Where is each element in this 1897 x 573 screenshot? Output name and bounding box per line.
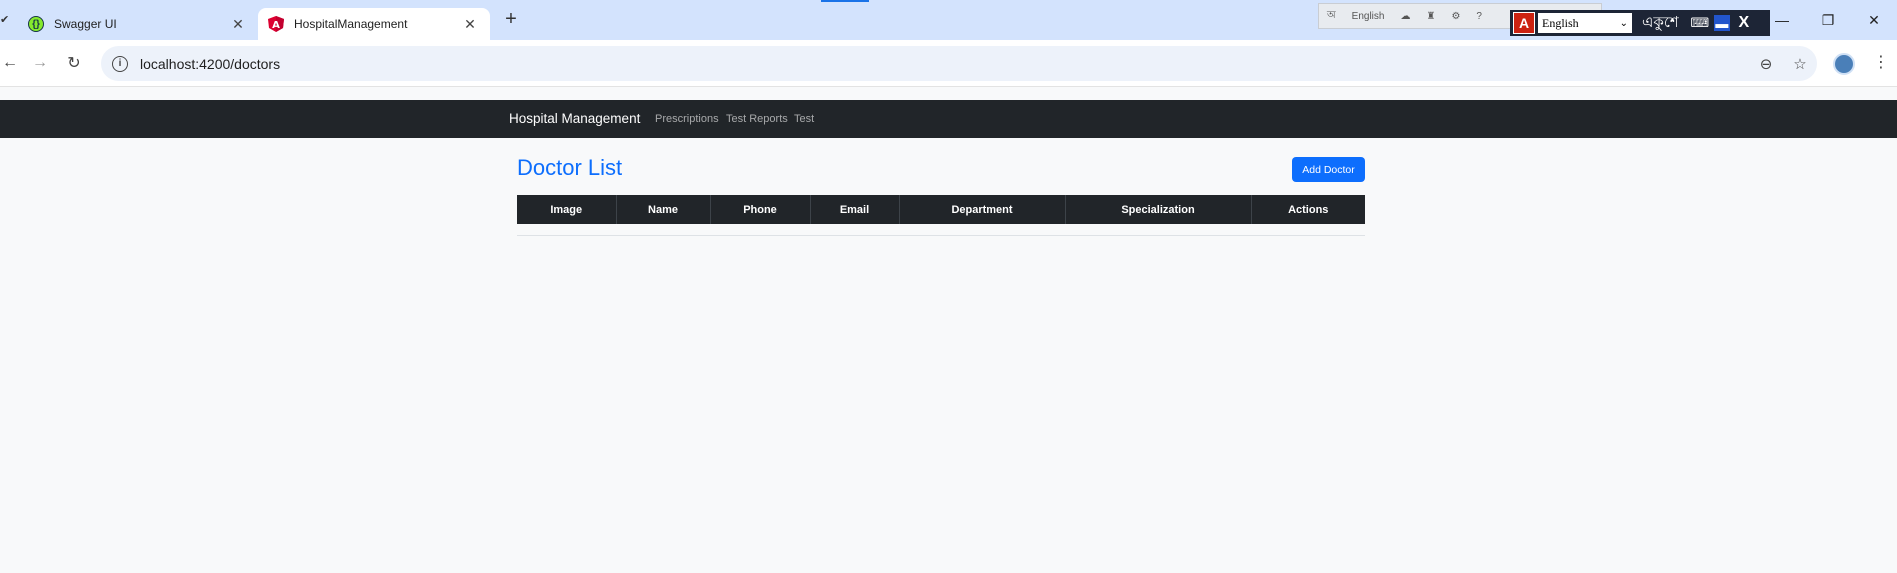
window-controls: — ❐ ✕ xyxy=(1759,0,1897,40)
nav-link-test[interactable]: Test xyxy=(794,113,814,125)
address-bar[interactable]: i localhost:4200/doctors ⊖ ☆ xyxy=(101,46,1817,81)
pin-icon[interactable]: ♜ xyxy=(1426,11,1435,22)
table-header-row: Image Name Phone Email Department Specia… xyxy=(517,195,1365,224)
nav-link-prescriptions[interactable]: Prescriptions xyxy=(655,113,719,125)
url-text[interactable]: localhost:4200/doctors xyxy=(140,56,1749,72)
nav-link-test-reports[interactable]: Test Reports xyxy=(726,113,788,125)
settings-icon[interactable]: ⚙ xyxy=(1451,11,1460,22)
doctor-table-container: Image Name Phone Email Department Specia… xyxy=(517,195,1365,236)
language-picker-bar: A English ⌄ একুশে ⌨ ▬ X xyxy=(1510,10,1770,36)
browser-tab-strip: ✔ {} Swagger UI ✕ A HospitalManagement ✕… xyxy=(0,0,1897,40)
language-select[interactable]: English ⌄ xyxy=(1538,13,1632,33)
forward-icon[interactable]: → xyxy=(30,53,50,73)
swagger-icon: {} xyxy=(28,16,44,32)
profile-avatar[interactable] xyxy=(1833,53,1855,75)
help-icon[interactable]: ? xyxy=(1476,11,1482,22)
column-header-specialization: Specialization xyxy=(1065,195,1252,224)
column-header-image: Image xyxy=(517,195,617,224)
angular-icon: A xyxy=(268,16,284,32)
app-navbar: Hospital Management Prescriptions Test R… xyxy=(0,100,1897,138)
language-select-value: English xyxy=(1542,15,1579,30)
app-logo-icon: A xyxy=(1513,12,1535,34)
bookmark-star-icon[interactable]: ☆ xyxy=(1783,55,1817,73)
new-tab-button[interactable]: + xyxy=(500,9,522,31)
bangla-a-icon[interactable]: অ xyxy=(1327,8,1336,25)
minimize-window-button[interactable]: — xyxy=(1759,0,1805,40)
column-header-department: Department xyxy=(899,195,1066,224)
restore-window-button[interactable]: ❐ xyxy=(1805,0,1851,40)
browser-tab-hospital[interactable]: A HospitalManagement ✕ xyxy=(258,8,490,40)
doctor-table: Image Name Phone Email Department Specia… xyxy=(517,195,1365,224)
tab-title: Swagger UI xyxy=(54,17,117,31)
browser-tab-swagger[interactable]: {} Swagger UI ✕ xyxy=(0,8,258,40)
svg-text:A: A xyxy=(272,20,280,31)
site-info-icon[interactable]: i xyxy=(112,55,128,72)
close-window-button[interactable]: ✕ xyxy=(1851,0,1897,40)
column-header-email: Email xyxy=(810,195,900,224)
chevron-down-icon: ⌄ xyxy=(1619,17,1628,29)
close-icon[interactable]: ✕ xyxy=(228,14,248,34)
page-title: Doctor List xyxy=(517,155,623,180)
add-doctor-button[interactable]: Add Doctor xyxy=(1292,157,1365,182)
language-label[interactable]: English xyxy=(1352,11,1385,22)
close-icon[interactable]: ✕ xyxy=(460,14,480,34)
browser-toolbar: ← → ↻ i localhost:4200/doctors ⊖ ☆ ⋮ xyxy=(0,40,1897,87)
column-header-name: Name xyxy=(616,195,711,224)
close-toolbar-icon[interactable]: X xyxy=(1736,14,1752,31)
navbar-brand[interactable]: Hospital Management xyxy=(509,111,640,126)
tab-title: HospitalManagement xyxy=(294,17,408,31)
tabstrip-indicator xyxy=(821,0,869,2)
minimize-toolbar-icon[interactable]: ▬ xyxy=(1713,15,1730,31)
column-header-actions: Actions xyxy=(1288,203,1329,216)
table-body-empty xyxy=(517,224,1365,236)
reload-icon[interactable]: ↻ xyxy=(64,53,84,73)
back-icon[interactable]: ← xyxy=(0,53,20,73)
cloud-icon[interactable]: ☁ xyxy=(1400,11,1410,22)
bangla-text: একুশে xyxy=(1642,13,1679,31)
more-menu-icon[interactable]: ⋮ xyxy=(1873,52,1889,72)
zoom-icon[interactable]: ⊖ xyxy=(1749,55,1783,73)
column-header-phone: Phone xyxy=(710,195,811,224)
keyboard-icon[interactable]: ⌨ xyxy=(1690,15,1709,31)
